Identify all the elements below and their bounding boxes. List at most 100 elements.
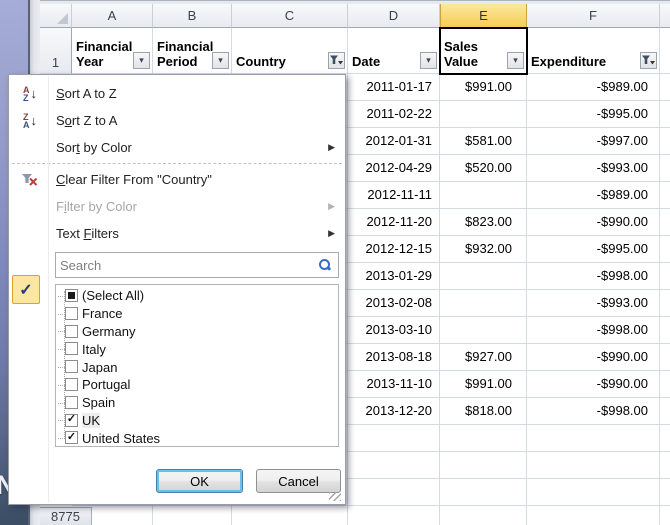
cell-sales-value[interactable] [440,182,527,209]
filter-option[interactable]: ✓ UK [56,412,338,430]
checkbox[interactable] [65,360,78,373]
menu-item-sort-by-color[interactable]: Sort by Color ▶ [9,134,345,161]
cell-sales-value[interactable]: $823.00 [440,209,527,236]
cell-expenditure[interactable]: -$998.00 [527,317,660,344]
cell-date[interactable]: 2012-12-15 [348,236,440,263]
cell-expenditure[interactable]: -$990.00 [527,209,660,236]
header-cell-expenditure[interactable]: Expenditure [527,28,660,74]
cell-date[interactable]: 2012-11-11 [348,182,440,209]
checkbox[interactable] [65,289,78,302]
cell-date[interactable]: 2013-11-10 [348,371,440,398]
checkbox[interactable] [65,378,78,391]
cell-sales-value[interactable]: $581.00 [440,128,527,155]
search-input[interactable] [56,258,318,273]
cell-expenditure[interactable]: -$993.00 [527,155,660,182]
cell-g[interactable] [660,209,670,236]
cell-date[interactable]: 2013-02-08 [348,290,440,317]
cell-sales-value[interactable]: $991.00 [440,371,527,398]
menu-item-sort-z-to-a[interactable]: ZA ↓ Sort Z to A [9,107,345,134]
cell-sales-value[interactable] [440,425,527,452]
cell-g[interactable] [660,479,670,506]
cell-g[interactable] [660,155,670,182]
column-header-b[interactable]: B [153,4,232,28]
cell-date[interactable]: 2012-04-29 [348,155,440,182]
cell-date[interactable]: 2012-11-20 [348,209,440,236]
cell-g[interactable] [660,182,670,209]
column-header-e-selected[interactable]: E [440,4,527,28]
checkbox[interactable] [65,396,78,409]
cancel-button[interactable]: Cancel [256,469,341,493]
cell-sales-value[interactable] [440,101,527,128]
cell-g[interactable] [660,371,670,398]
cell-g[interactable] [660,452,670,479]
cell-date[interactable] [348,425,440,452]
menu-item-sort-a-to-z[interactable]: AZ ↓ Sort A to Z [9,80,345,107]
cell-date[interactable] [348,506,440,525]
cell-sales-value[interactable] [440,290,527,317]
cell-g[interactable] [660,74,670,101]
cell-expenditure[interactable]: -$989.00 [527,74,660,101]
filter-option[interactable]: Portugal [56,376,338,394]
header-cell-g[interactable] [660,28,670,74]
cell-g[interactable] [660,317,670,344]
header-cell-financial-year[interactable]: Financial Year ▾ [72,28,153,74]
filter-option[interactable]: (Select All) [56,287,338,305]
cell-expenditure[interactable] [527,425,660,452]
cell-sales-value[interactable]: $991.00 [440,74,527,101]
cell-g[interactable] [660,128,670,155]
cell-g[interactable] [660,101,670,128]
cell-date[interactable] [348,452,440,479]
filter-option[interactable]: Japan [56,358,338,376]
cell-expenditure[interactable]: -$995.00 [527,236,660,263]
column-header-c[interactable]: C [232,4,348,28]
cell-date[interactable]: 2013-08-18 [348,344,440,371]
cell-expenditure[interactable]: -$990.00 [527,371,660,398]
filter-button-financial-year[interactable]: ▾ [133,52,150,69]
cell-sales-value[interactable] [440,506,527,525]
cell-g[interactable] [660,506,670,525]
cell-g[interactable] [660,425,670,452]
filter-option[interactable]: Italy [56,340,338,358]
cell-date[interactable]: 2011-01-17 [348,74,440,101]
row-header-8775[interactable]: 8775 [40,507,92,525]
cell-sales-value[interactable] [440,317,527,344]
filter-button-financial-period[interactable]: ▾ [212,52,229,69]
menu-item-clear-filter[interactable]: Clear Filter From "Country" [9,166,345,193]
checkbox[interactable]: ✓ [65,431,78,444]
cell-date[interactable]: 2013-12-20 [348,398,440,425]
cell-sales-value[interactable]: $927.00 [440,344,527,371]
header-cell-financial-period[interactable]: Financial Period ▾ [153,28,232,74]
cell-expenditure[interactable] [527,479,660,506]
column-header-g-sliver[interactable] [660,4,670,28]
cell-date[interactable]: 2013-03-10 [348,317,440,344]
filter-button-sales-value[interactable]: ▾ [507,52,524,69]
cell-g[interactable] [660,290,670,317]
checklist-gutter-button[interactable]: ✓ [12,275,40,304]
cell-g[interactable] [660,344,670,371]
cell-date[interactable]: 2012-01-31 [348,128,440,155]
column-header-f[interactable]: F [527,4,660,28]
filter-option[interactable]: France [56,305,338,323]
column-header-a[interactable]: A [72,4,153,28]
row-header-1[interactable]: 1 [40,28,72,74]
header-cell-sales-value[interactable]: Sales Value ▾ [440,28,527,74]
cell-sales-value[interactable]: $932.00 [440,236,527,263]
cell-date[interactable]: 2011-02-22 [348,101,440,128]
cell-sales-value[interactable] [440,263,527,290]
menu-item-text-filters[interactable]: Text Filters ▶ [9,220,345,247]
cell-expenditure[interactable] [527,452,660,479]
filter-button-country-active[interactable] [328,52,345,69]
filter-button-date[interactable]: ▾ [420,52,437,69]
cell-g[interactable] [660,263,670,290]
filter-button-expenditure-active[interactable] [640,52,657,69]
header-cell-date[interactable]: Date ▾ [348,28,440,74]
filter-option[interactable]: ✓ United States [56,429,338,447]
cell-country[interactable] [232,506,348,525]
cell-expenditure[interactable]: -$998.00 [527,398,660,425]
checkbox[interactable] [65,307,78,320]
cell-date[interactable]: 2013-01-29 [348,263,440,290]
cell-date[interactable] [348,479,440,506]
cell-expenditure[interactable]: -$993.00 [527,290,660,317]
cell-expenditure[interactable]: -$990.00 [527,344,660,371]
cell-expenditure[interactable]: -$989.00 [527,182,660,209]
